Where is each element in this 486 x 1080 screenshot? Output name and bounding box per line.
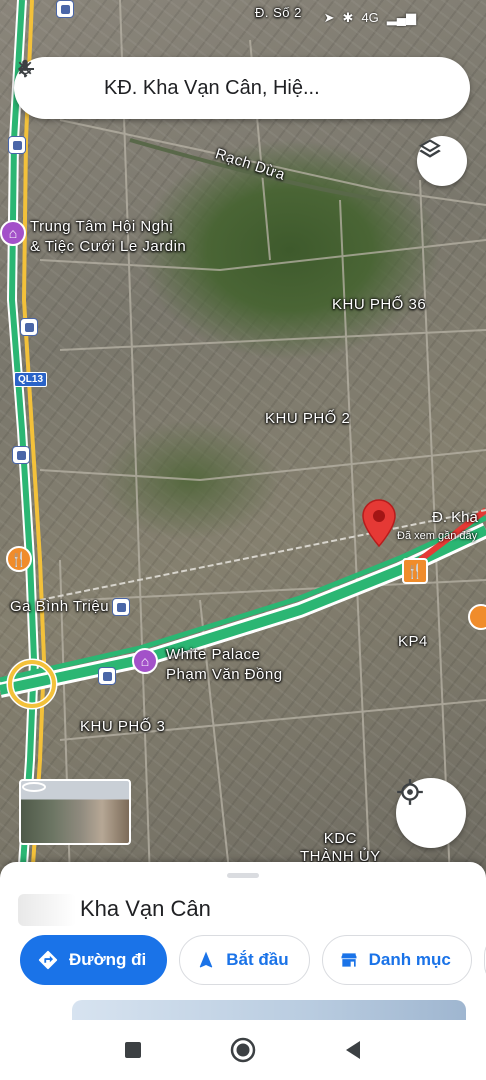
street-view-thumbnail[interactable] <box>19 779 131 845</box>
system-navigation-bar <box>0 1020 486 1080</box>
start-label: Bắt đầu <box>226 950 289 969</box>
search-bar[interactable]: KĐ. Kha Vạn Cân, Hiệ... <box>14 57 470 119</box>
save-list-button[interactable]: Danh mục <box>321 935 472 985</box>
save-label: Danh mục <box>368 950 451 969</box>
my-location-button[interactable] <box>396 778 466 848</box>
poi-label-white-palace[interactable]: White Palace Phạm Văn Đồng <box>166 645 283 685</box>
street-view-360-icon <box>22 782 46 792</box>
navigation-arrow-icon <box>200 951 213 968</box>
area-label-kdc-thanh-uy: KDC THÀNH ỦY <box>300 830 381 865</box>
search-query[interactable]: KĐ. Kha Vạn Cân, Hiệ... <box>74 77 358 100</box>
clear-button[interactable] <box>18 57 414 119</box>
directions-button[interactable]: Đường đi <box>20 935 168 985</box>
crosshair-icon <box>397 779 423 805</box>
place-bottom-sheet[interactable]: Kha Vạn Cân Đường đi Bắt đầu Danh mục <box>0 862 486 1020</box>
road-shield-ql13: QL13 <box>14 372 48 387</box>
bus-stop-icon[interactable] <box>12 446 30 464</box>
home-button[interactable] <box>228 1035 258 1065</box>
station-label-ga-binh-trieu[interactable]: Ga Bình Triệu <box>10 598 109 615</box>
photo-strip-peek <box>72 1000 466 1020</box>
restaurant-icon[interactable]: 🍴 <box>402 558 428 584</box>
map-view[interactable]: ➤ ✱ 4G ▂▄▆ Đ. Số 2 Rạch Dừa Trung Tâm Hộ… <box>0 0 486 880</box>
place-title: Kha Vạn Cân <box>80 896 211 921</box>
bus-stop-icon[interactable] <box>98 667 116 685</box>
bus-stop-icon[interactable] <box>20 318 38 336</box>
triangle-back-icon <box>346 1041 360 1059</box>
status-icons: ➤ ✱ 4G ▂▄▆ <box>324 10 416 26</box>
layers-icon <box>419 139 441 158</box>
area-label-kp4: KP4 <box>398 633 428 650</box>
directions-label: Đường đi <box>69 950 147 969</box>
signal-icon: ▂▄▆ <box>386 10 416 25</box>
area-label-khu-pho-3: KHU PHỐ 3 <box>80 718 166 735</box>
event-venue-icon[interactable]: ⌂ <box>0 220 26 246</box>
map-layers-button[interactable] <box>417 136 467 186</box>
square-icon <box>125 1042 141 1058</box>
restaurant-icon[interactable]: 🍴 <box>6 546 32 572</box>
train-station-icon[interactable] <box>112 598 130 616</box>
map-roads <box>0 0 486 880</box>
poi-label-le-jardin[interactable]: Trung Tâm Hội Nghị & Tiệc Cưới Le Jardin <box>30 217 186 257</box>
sheet-drag-handle[interactable] <box>227 873 259 878</box>
bus-stop-icon[interactable] <box>56 0 74 18</box>
destination-sublabel: Đã xem gần đây <box>397 530 478 542</box>
street-label-so2: Đ. Số 2 <box>255 5 302 20</box>
area-label-khu-pho-36: KHU PHỐ 36 <box>332 296 427 313</box>
network-type: 4G <box>361 10 379 25</box>
bluetooth-icon: ✱ <box>342 10 354 25</box>
action-chips: Đường đi Bắt đầu Danh mục <box>20 935 486 985</box>
event-venue-icon[interactable]: ⌂ <box>132 648 158 674</box>
directions-icon <box>38 950 58 970</box>
location-icon: ➤ <box>323 10 335 25</box>
voice-search-button[interactable] <box>18 57 470 119</box>
microphone-icon <box>18 59 32 78</box>
bus-stop-icon[interactable] <box>8 136 26 154</box>
store-icon <box>341 953 357 967</box>
area-label-khu-pho-2: KHU PHỐ 2 <box>265 410 351 427</box>
back-nav-button[interactable] <box>338 1035 368 1065</box>
start-navigation-button[interactable]: Bắt đầu <box>179 935 310 985</box>
recents-button[interactable] <box>118 1035 148 1065</box>
destination-label: Đ. Kha <box>432 509 478 526</box>
circle-icon <box>230 1037 256 1063</box>
place-prefix-redacted <box>18 894 76 926</box>
